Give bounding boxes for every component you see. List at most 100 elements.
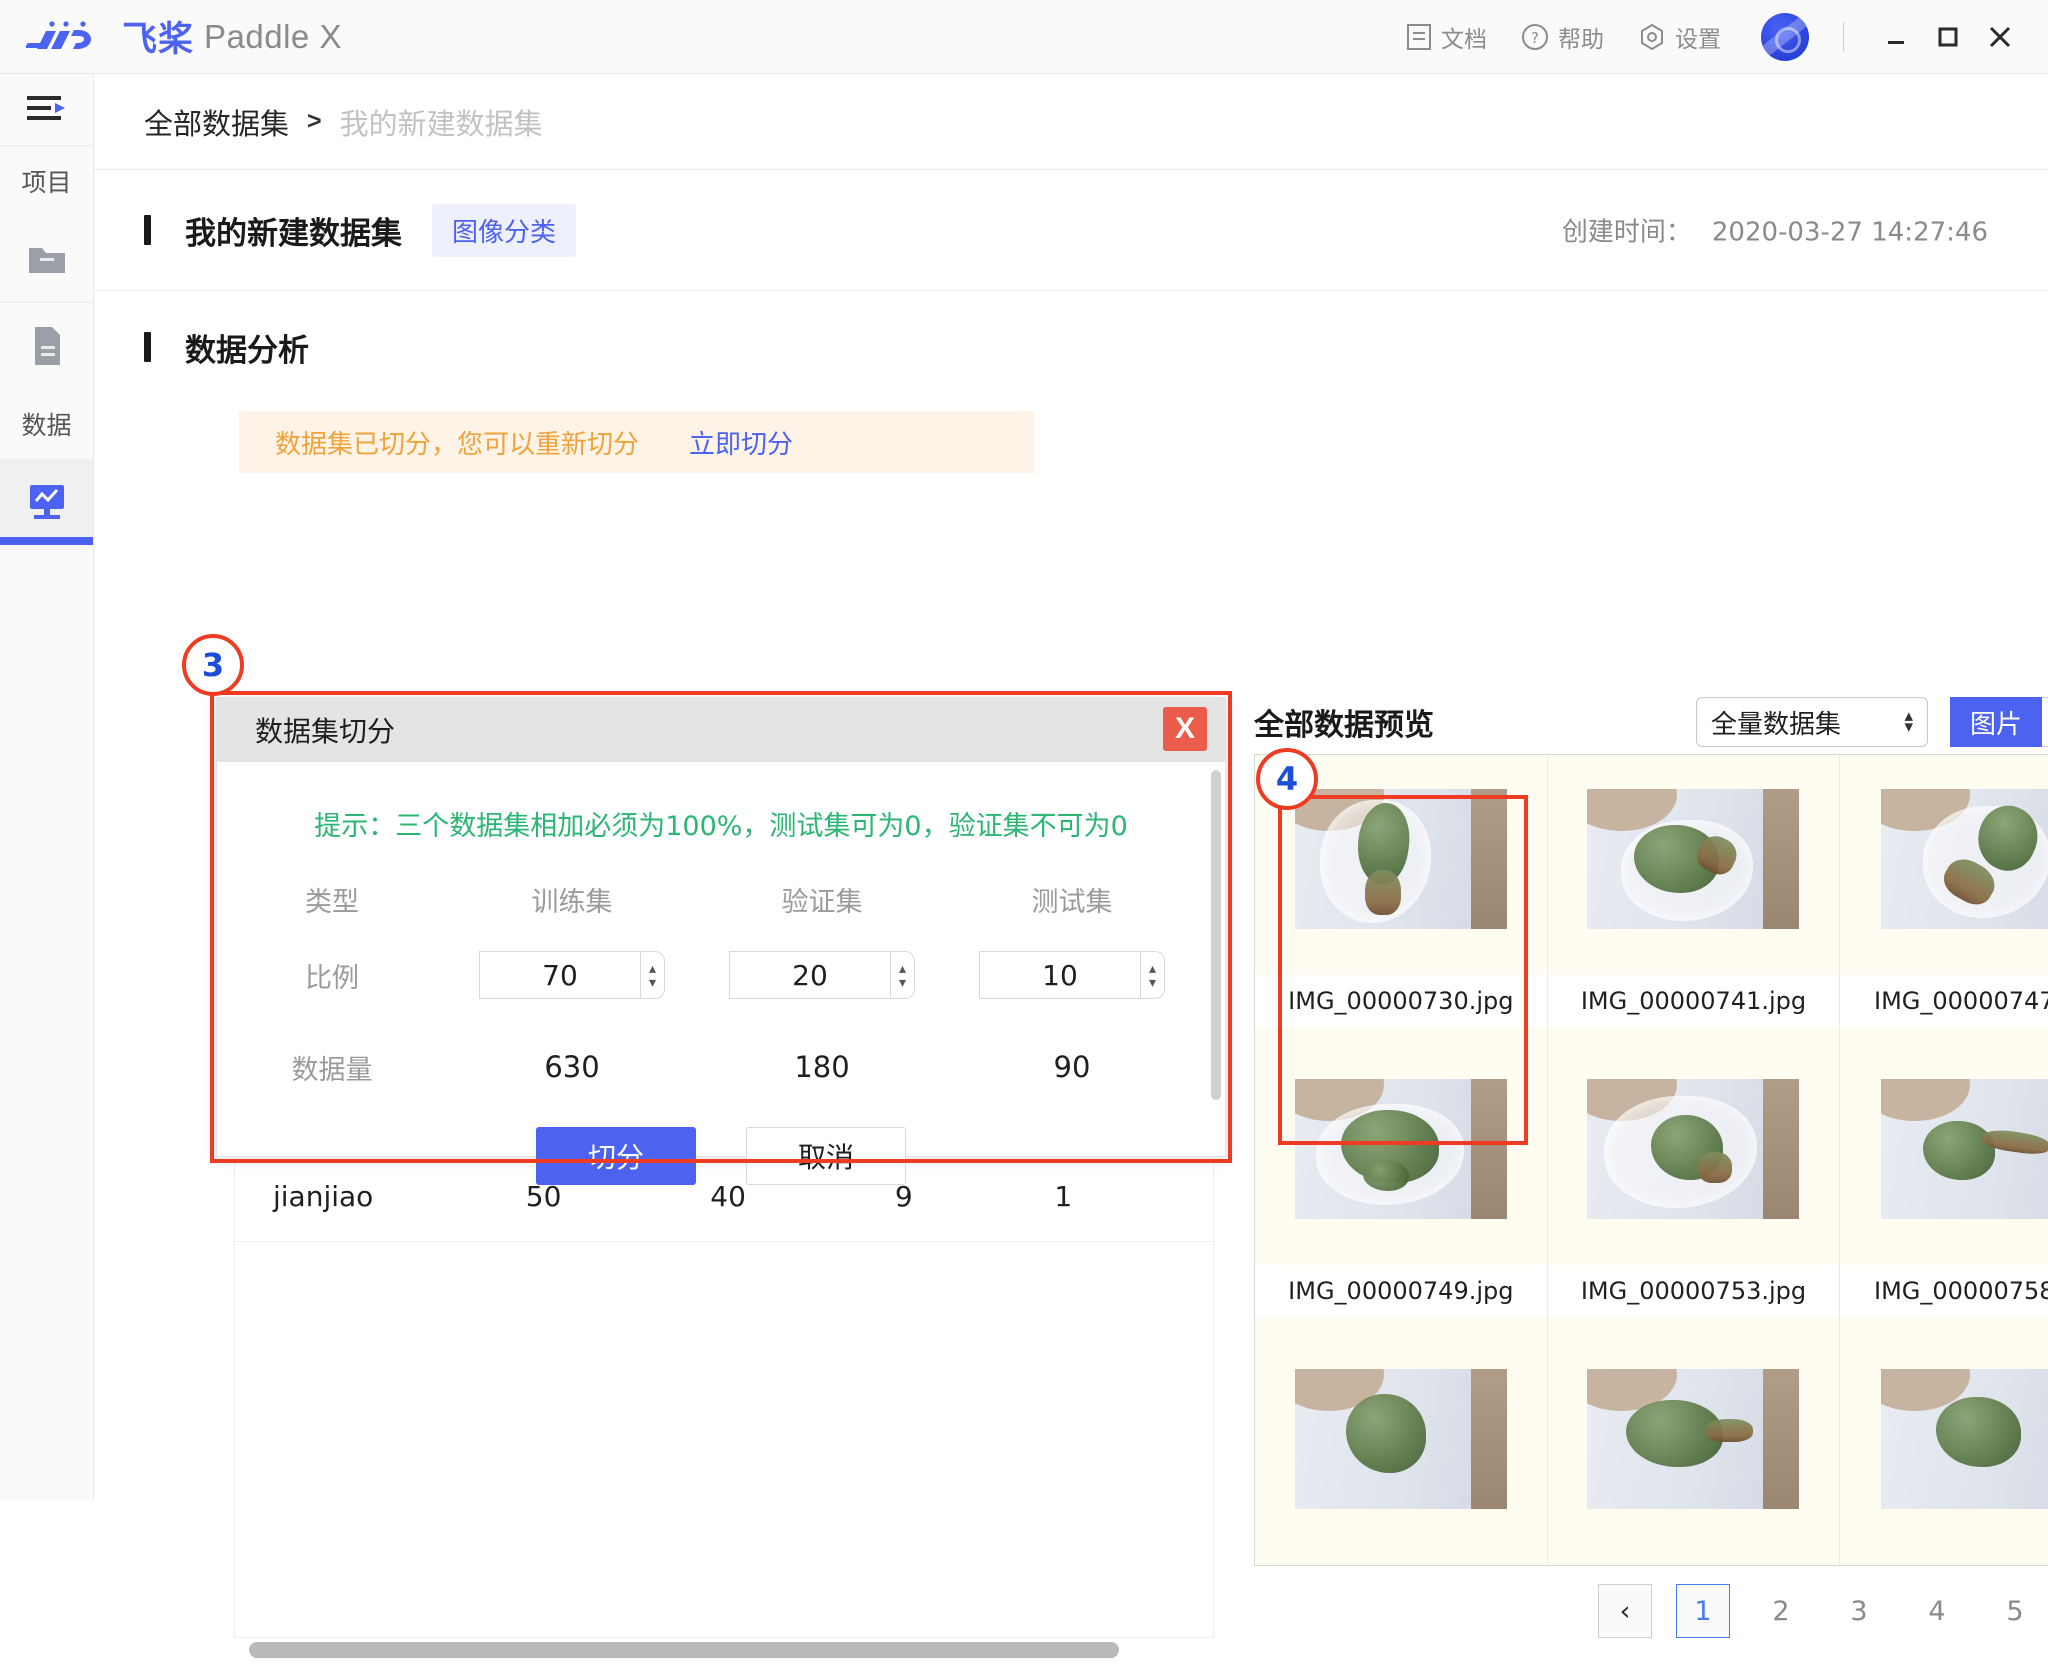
preview-tile-label: IMG_00000758.jpg [1840, 1265, 2048, 1317]
preview-tiles: IMG_00000730.jpg IMG_00000741.jpg IMG_00… [1255, 755, 2048, 1565]
view-mode-image[interactable]: 图片 [1950, 697, 2042, 747]
data-preview-panel: 全部数据预览 全量数据集 ▴▾ 图片 清单 [1254, 690, 2048, 1670]
sidebar-item-projects[interactable] [0, 216, 93, 302]
sidebar-item-docs[interactable] [0, 303, 93, 389]
table-horizontal-scrollbar[interactable] [249, 1642, 1119, 1658]
brand-name-cn: 飞桨 [122, 20, 195, 60]
breadcrumb-separator: > [307, 107, 322, 135]
preview-thumbnail [1294, 1079, 1507, 1219]
preview-tile[interactable] [1547, 1335, 1841, 1565]
help-button[interactable]: ? 帮助 [1521, 20, 1604, 54]
val-ratio-input[interactable] [729, 951, 891, 999]
preview-tile-label: IMG_00000730.jpg [1255, 975, 1547, 1027]
cancel-split-button[interactable]: 取消 [746, 1127, 906, 1185]
count-row-label: 数据量 [291, 1054, 373, 1086]
preview-thumbnail [1587, 1079, 1800, 1219]
menu-icon [26, 95, 65, 120]
dataset-scope-select[interactable]: 全量数据集 ▴ ▾ [1696, 697, 1928, 747]
modal-scrollbar[interactable] [1211, 770, 1221, 1100]
test-ratio-input[interactable] [979, 951, 1141, 999]
preview-tile[interactable]: IMG_00000753.jpg [1547, 1045, 1841, 1335]
test-count-value: 90 [1053, 1050, 1091, 1084]
created-time-value: 2020-03-27 14:27:46 [1711, 217, 1988, 248]
rail-group-data: 数据 [21, 411, 72, 440]
analysis-section: 数据分析 数据集已切分，您可以重新切分 立即切分 [94, 291, 2048, 473]
chevron-updown-icon: ▴ ▾ [1904, 706, 1913, 737]
view-mode-list[interactable]: 清单 [2042, 697, 2048, 747]
preview-tile[interactable] [1840, 1335, 2048, 1565]
preview-thumbnail [1587, 789, 1800, 929]
preview-thumbnail [1587, 1369, 1800, 1509]
annotation-badge-4: 4 [1256, 748, 1318, 810]
paddle-logo-icon [26, 20, 91, 49]
preview-tile-label: IMG_00000749.jpg [1255, 1265, 1547, 1317]
pagination-page-1[interactable]: 1 [1676, 1584, 1730, 1638]
preview-header: 全部数据预览 全量数据集 ▴▾ 图片 清单 [1254, 690, 2048, 754]
page-title: 我的新建数据集 [185, 215, 402, 252]
split-alert-text: 数据集已切分，您可以重新切分 [275, 429, 640, 460]
confirm-split-button[interactable]: 切分 [536, 1127, 696, 1185]
close-button[interactable] [1974, 11, 2026, 63]
svg-text:?: ? [1531, 29, 1539, 47]
view-mode-toggle: 图片 清单 [1950, 697, 2048, 747]
split-count-row: 数据量 630 180 90 [217, 1021, 1225, 1113]
preview-thumbnail [1294, 1369, 1507, 1509]
preview-pagination: ‹ 1 2 3 4 5 › [1254, 1566, 2048, 1656]
preview-tile-label: IMG_00000753.jpg [1547, 1265, 1840, 1317]
title-accent-bar [144, 215, 151, 245]
pagination-prev[interactable]: ‹ [1598, 1584, 1652, 1638]
pagination-page-4[interactable]: 4 [1910, 1584, 1964, 1638]
val-ratio-spin[interactable]: ▴ ▾ [891, 951, 915, 999]
gear-icon [1641, 23, 1663, 50]
user-avatar[interactable] [1761, 12, 1809, 61]
analysis-header: 数据分析 [94, 291, 2048, 403]
preview-tile[interactable]: IMG_00000747.jpg [1840, 755, 2048, 1045]
settings-button[interactable]: 设置 [1638, 20, 1721, 54]
breadcrumb-root-link[interactable]: 全部数据集 [144, 101, 289, 143]
train-ratio-input[interactable] [479, 951, 641, 999]
split-now-link[interactable]: 立即切分 [689, 424, 793, 461]
preview-tile[interactable]: IMG_00000758.jpg [1840, 1045, 2048, 1335]
split-col-train: 训练集 [531, 886, 613, 918]
train-ratio-stepper[interactable]: ▴▾ [479, 951, 665, 999]
modal-body: 提示：三个数据集相加必须为100%，测试集可为0，验证集不可为0 类型 训练集 … [217, 762, 1225, 1185]
rail-menu-toggle[interactable] [0, 74, 93, 146]
left-rail: 项目 数据 [0, 74, 94, 1500]
preview-title: 全部数据预览 [1254, 708, 1434, 743]
rail-group-project: 项目 [21, 168, 72, 197]
docs-button[interactable]: 文档 [1406, 20, 1487, 54]
preview-tile[interactable] [1255, 1335, 1548, 1565]
preview-tile-label: IMG_00000741.jpg [1547, 975, 1840, 1027]
train-count-value: 630 [544, 1050, 600, 1084]
file-icon [34, 327, 60, 365]
val-ratio-stepper[interactable]: ▴▾ [729, 951, 915, 999]
window-titlebar: 飞桨 Paddle X 文档 ? 帮助 设置 [0, 0, 2048, 74]
folder-icon [28, 248, 65, 273]
split-header-row: 类型 训练集 验证集 测试集 [217, 869, 1225, 929]
preview-tile-label: IMG_00000747.jpg [1840, 975, 2048, 1027]
close-icon [1989, 26, 2011, 47]
created-time: 创建时间： 2020-03-27 14:27:46 [1562, 212, 1988, 249]
help-label: 帮助 [1558, 26, 1604, 53]
pagination-page-3[interactable]: 3 [1832, 1584, 1886, 1638]
test-ratio-stepper[interactable]: ▴▾ [979, 951, 1165, 999]
modal-close-button[interactable]: X [1163, 707, 1207, 751]
sidebar-item-dataset-active[interactable] [0, 459, 93, 545]
pagination-page-2[interactable]: 2 [1754, 1584, 1808, 1638]
split-hint-text: 提示：三个数据集相加必须为100%，测试集可为0，验证集不可为0 [314, 811, 1128, 842]
breadcrumb-current: 我的新建数据集 [339, 106, 543, 141]
breadcrumb: 全部数据集 > 我的新建数据集 [94, 74, 2048, 170]
pagination-page-5[interactable]: 5 [1988, 1584, 2042, 1638]
minimize-button[interactable] [1870, 11, 1922, 63]
maximize-button[interactable] [1922, 11, 1974, 63]
app-brand: 飞桨 Paddle X [26, 11, 342, 62]
preview-thumbnail [1880, 789, 2048, 929]
preview-tile[interactable]: IMG_00000749.jpg [1255, 1045, 1548, 1335]
train-ratio-spin[interactable]: ▴ ▾ [641, 951, 665, 999]
test-ratio-spin[interactable]: ▴ ▾ [1141, 951, 1165, 999]
annotation-badge-3: 3 [182, 634, 244, 696]
preview-tile[interactable]: IMG_00000741.jpg [1547, 755, 1841, 1045]
preview-toolbar: 全量数据集 ▴▾ 图片 清单 [1696, 697, 2048, 747]
analysis-title: 数据分析 [185, 332, 309, 369]
maximize-icon [1938, 27, 1958, 46]
